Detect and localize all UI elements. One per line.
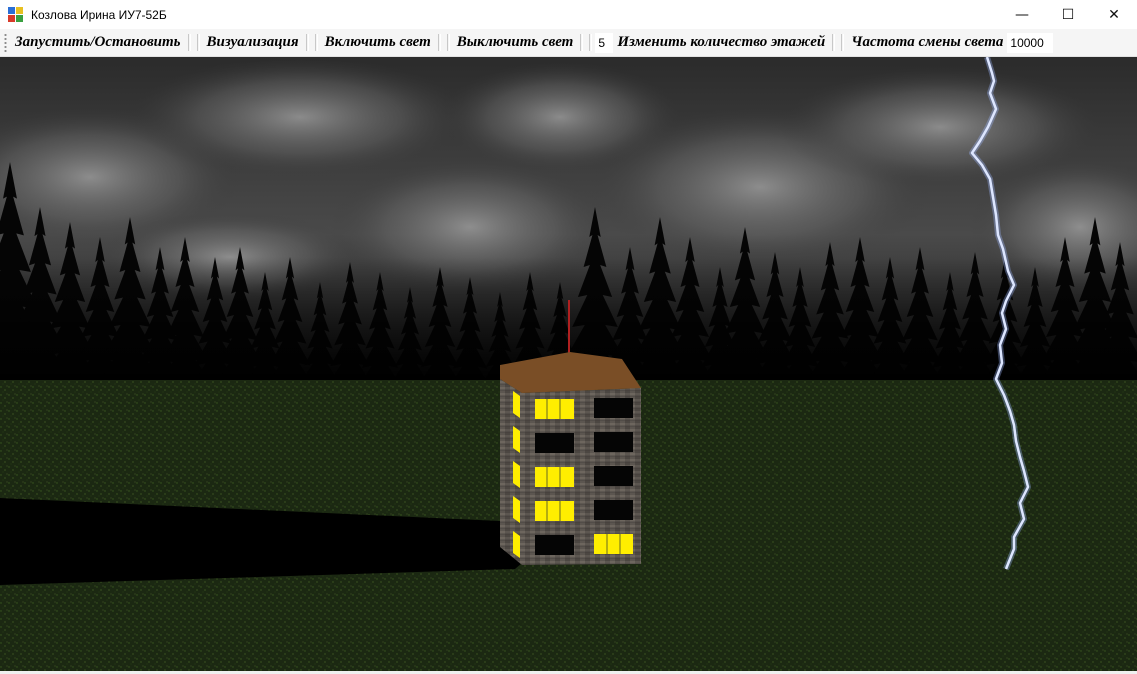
window-title: Козлова Ирина ИУ7-52Б	[31, 7, 167, 22]
toolbar-grip[interactable]	[4, 33, 7, 52]
toolbar-separator	[437, 34, 441, 51]
window-controls: — ☐ ✕	[999, 0, 1137, 29]
front-window-right	[594, 432, 633, 452]
close-icon: ✕	[1108, 6, 1120, 23]
front-window-left	[535, 399, 574, 419]
render-canvas	[0, 57, 1137, 671]
maximize-icon: ☐	[1061, 6, 1075, 23]
frequency-label: Частота смены света	[851, 34, 1004, 50]
front-window-right	[594, 466, 633, 486]
app-icon	[8, 6, 24, 23]
toolbar-separator	[305, 34, 309, 51]
front-window-left	[535, 501, 574, 521]
toolbar-separator	[580, 34, 584, 51]
front-window-left	[535, 535, 574, 555]
front-window-right	[594, 398, 633, 418]
frequency-input[interactable]	[1007, 32, 1054, 53]
app-window: Козлова Ирина ИУ7-52Б — ☐ ✕ Запустить/Ос…	[0, 0, 1137, 674]
change-floors-button[interactable]: Изменить количество этажей	[613, 34, 829, 51]
toolbar-separator	[589, 34, 593, 51]
visualize-button[interactable]: Визуализация	[203, 34, 303, 51]
front-window-right	[594, 500, 633, 520]
light-off-button[interactable]: Выключить свет	[453, 34, 578, 51]
toolbar-separator	[832, 34, 836, 51]
scene-svg	[0, 57, 1137, 671]
toolbar: Запустить/Остановить Визуализация Включи…	[0, 29, 1137, 57]
light-on-button[interactable]: Включить свет	[321, 34, 435, 51]
toolbar-separator	[314, 34, 318, 51]
toolbar-separator	[196, 34, 200, 51]
floors-input[interactable]	[595, 32, 614, 53]
minimize-icon: —	[1015, 6, 1029, 23]
start-stop-button[interactable]: Запустить/Остановить	[11, 34, 185, 51]
minimize-button[interactable]: —	[999, 0, 1045, 29]
front-window-left	[535, 433, 574, 453]
maximize-button[interactable]: ☐	[1045, 0, 1091, 29]
toolbar-separator	[841, 34, 845, 51]
title-bar: Козлова Ирина ИУ7-52Б — ☐ ✕	[0, 0, 1137, 29]
front-window-left	[535, 467, 574, 487]
toolbar-separator	[446, 34, 450, 51]
close-button[interactable]: ✕	[1091, 0, 1137, 29]
toolbar-separator	[187, 34, 191, 51]
front-window-right	[594, 534, 633, 554]
building	[500, 352, 641, 565]
